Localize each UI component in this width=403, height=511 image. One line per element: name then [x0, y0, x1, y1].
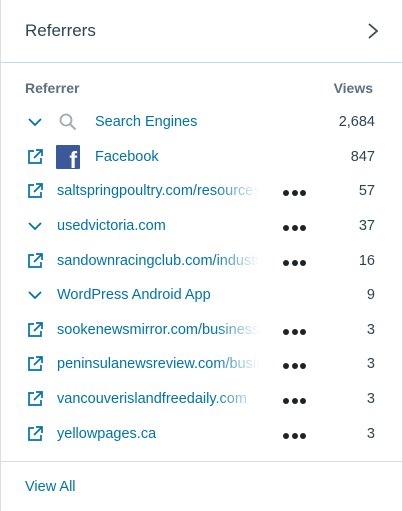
chevron-down-icon[interactable] — [25, 216, 45, 236]
referrer-label[interactable]: Facebook — [95, 149, 159, 165]
external-link-icon[interactable] — [25, 181, 45, 201]
list-item[interactable]: WordPress Android App 9 — [1, 278, 403, 313]
views-count: 3 — [366, 425, 375, 442]
views-count: 3 — [366, 321, 375, 338]
more-menu-icon[interactable] — [283, 183, 309, 199]
referrer-label[interactable]: vancouverislandfreedaily.com — [57, 391, 259, 407]
referrer-label[interactable]: usedvictoria.com — [57, 218, 166, 234]
views-count: 3 — [366, 356, 375, 373]
views-count: 16 — [358, 252, 375, 269]
external-link-icon[interactable] — [25, 389, 45, 409]
list-item[interactable]: peninsulanewsreview.com/business 3 — [1, 347, 403, 382]
referrer-label[interactable]: yellowpages.ca — [57, 426, 156, 442]
list-item[interactable]: sandownracingclub.com/industry 16 — [1, 243, 403, 278]
referrer-label[interactable]: saltspringpoultry.com/resources — [57, 183, 259, 199]
referrer-label[interactable]: sandownracingclub.com/industry — [57, 253, 259, 269]
search-icon — [55, 109, 81, 135]
more-menu-icon[interactable] — [283, 253, 309, 269]
referrer-label[interactable]: Search Engines — [95, 114, 197, 130]
column-headers: Referrer Views — [25, 80, 373, 98]
more-menu-icon[interactable] — [283, 426, 309, 442]
referrers-card: Referrers Referrer Views Search Engines … — [0, 0, 403, 511]
external-link-icon[interactable] — [25, 147, 45, 167]
list-item[interactable]: vancouverislandfreedaily.com 3 — [1, 382, 403, 417]
more-menu-icon[interactable] — [283, 391, 309, 407]
views-count: 2,684 — [338, 114, 375, 131]
referrer-list: Search Engines 2,684 f Facebook 847 salt… — [1, 105, 403, 451]
views-count: 9 — [366, 287, 375, 304]
views-count: 847 — [350, 148, 375, 165]
list-item[interactable]: yellowpages.ca 3 — [1, 416, 403, 451]
views-count: 37 — [358, 218, 375, 235]
chevron-right-icon[interactable] — [366, 22, 380, 40]
views-count: 3 — [366, 391, 375, 408]
chevron-down-icon[interactable] — [25, 285, 45, 305]
referrer-label[interactable]: sookenewsmirror.com/business — [57, 322, 259, 338]
view-all-link[interactable]: View All — [25, 479, 76, 495]
external-link-icon[interactable] — [25, 251, 45, 271]
list-item[interactable]: sookenewsmirror.com/business 3 — [1, 313, 403, 348]
card-title: Referrers — [25, 21, 96, 40]
card-header[interactable]: Referrers — [1, 0, 403, 63]
more-menu-icon[interactable] — [283, 356, 309, 372]
referrer-label[interactable]: peninsulanewsreview.com/business — [57, 356, 259, 372]
external-link-icon[interactable] — [25, 424, 45, 444]
list-item[interactable]: usedvictoria.com 37 — [1, 209, 403, 244]
list-item[interactable]: saltspringpoultry.com/resources 57 — [1, 174, 403, 209]
more-menu-icon[interactable] — [283, 218, 309, 234]
external-link-icon[interactable] — [25, 320, 45, 340]
views-column-header: Views — [333, 80, 373, 96]
list-item[interactable]: Search Engines 2,684 — [1, 105, 403, 140]
chevron-down-icon[interactable] — [25, 112, 45, 132]
facebook-icon: f — [55, 144, 81, 170]
views-count: 57 — [358, 183, 375, 200]
card-footer: View All — [1, 461, 403, 511]
list-item[interactable]: f Facebook 847 — [1, 140, 403, 175]
referrer-column-header: Referrer — [25, 80, 80, 96]
referrer-label[interactable]: WordPress Android App — [57, 287, 211, 303]
more-menu-icon[interactable] — [283, 322, 309, 338]
external-link-icon[interactable] — [25, 354, 45, 374]
